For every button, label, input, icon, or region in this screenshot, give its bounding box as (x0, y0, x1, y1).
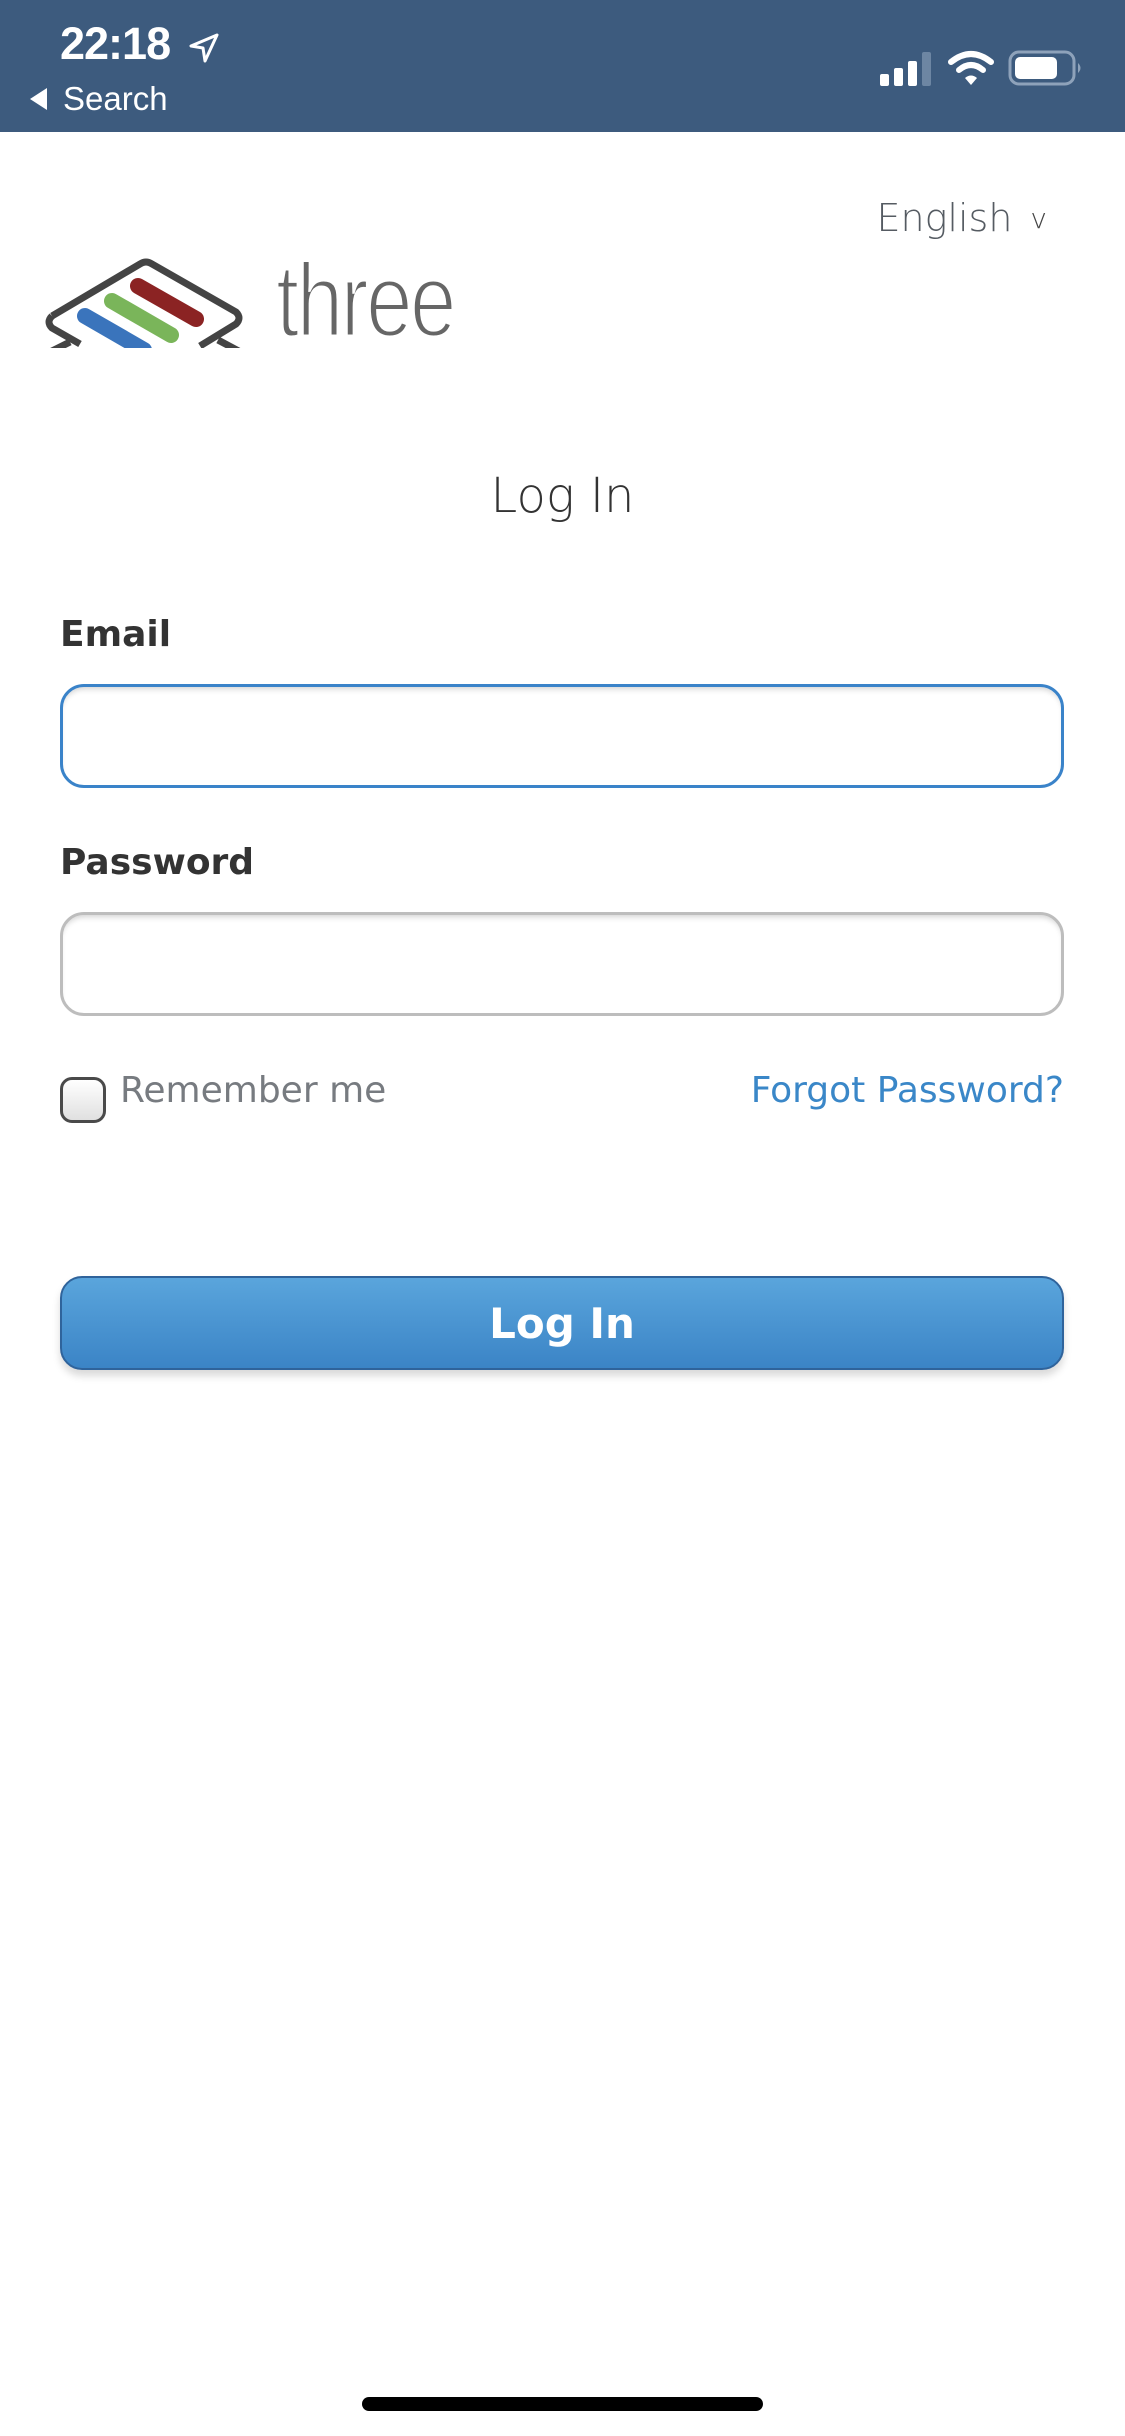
language-label: English (876, 196, 1013, 240)
battery-icon (1008, 50, 1081, 86)
password-label: Password (60, 842, 255, 883)
status-bar: 22:18 Search (0, 0, 1125, 132)
home-indicator[interactable] (362, 2397, 763, 2411)
svg-text:three: three (276, 243, 454, 350)
cellular-signal-icon (880, 52, 931, 86)
location-arrow-icon (189, 33, 219, 63)
back-arrow-icon (30, 88, 47, 110)
remember-me-label[interactable]: Remember me (120, 1070, 386, 1111)
chevron-down-icon: v (1030, 201, 1047, 235)
password-field[interactable] (60, 912, 1064, 1016)
brand-logo-icon (45, 258, 243, 348)
email-label: Email (60, 614, 172, 655)
email-field[interactable] (60, 684, 1064, 788)
language-selector[interactable]: English v (877, 196, 1047, 240)
page-title: Log In (490, 468, 635, 524)
remember-me-checkbox[interactable] (60, 1077, 106, 1123)
back-to-search-button[interactable]: Search (30, 80, 168, 118)
brand-wordmark: three (276, 242, 459, 351)
wifi-icon (948, 51, 994, 85)
forgot-password-link[interactable]: Forgot Password? (751, 1070, 1064, 1111)
status-time: 22:18 (60, 18, 171, 69)
back-label: Search (63, 80, 168, 117)
login-button[interactable]: Log In (60, 1276, 1064, 1370)
